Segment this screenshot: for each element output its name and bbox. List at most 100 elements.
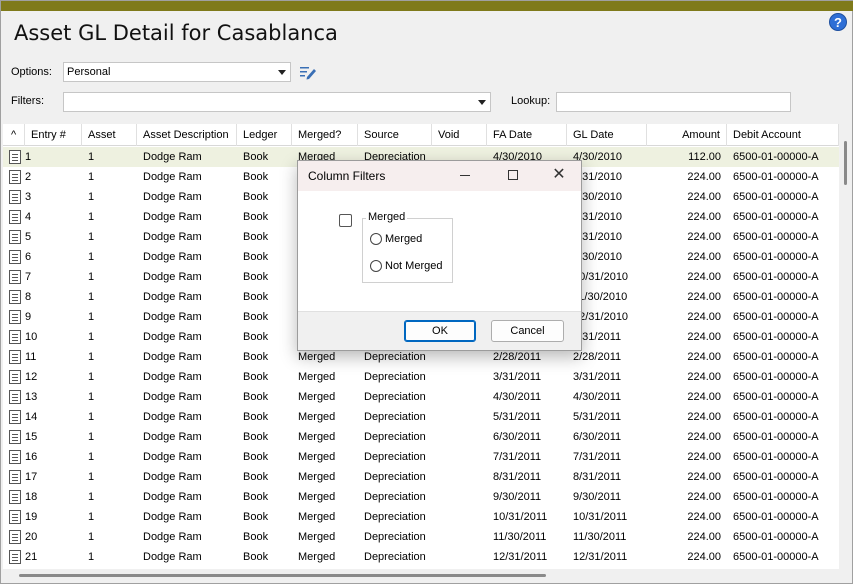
cell-void — [432, 427, 487, 447]
cell-asset: 1 — [88, 451, 95, 463]
cell-asset: 1 — [88, 351, 95, 363]
cell-fa-date: 7/31/2011 — [493, 451, 542, 463]
column-header-void[interactable]: Void — [432, 124, 487, 146]
vertical-scrollbar[interactable] — [844, 141, 847, 185]
column-header-source[interactable]: Source — [358, 124, 432, 146]
document-icon[interactable] — [9, 450, 21, 464]
close-icon[interactable]: ✕ — [551, 166, 567, 184]
column-header-entry[interactable]: Entry # — [25, 124, 82, 146]
document-icon[interactable] — [9, 230, 21, 244]
cell-asset: 1 — [88, 271, 95, 283]
radio-merged[interactable] — [370, 233, 382, 245]
cell-entry: 17 — [25, 471, 38, 483]
document-icon[interactable] — [9, 490, 21, 504]
merged-filter-checkbox[interactable] — [339, 214, 352, 227]
document-icon[interactable] — [9, 330, 21, 344]
cell-amount: 224.00 — [687, 231, 721, 243]
document-icon[interactable] — [9, 550, 21, 564]
cell-source: Depreciation — [364, 511, 426, 523]
cell-void — [432, 487, 487, 507]
cell-amount: 224.00 — [687, 191, 721, 203]
document-icon[interactable] — [9, 310, 21, 324]
document-icon[interactable] — [9, 250, 21, 264]
table-row[interactable]: 20 1 Dodge Ram Book Merged Depreciation 11/30/… — [3, 527, 839, 547]
radio-not-merged[interactable] — [370, 260, 382, 272]
table-row[interactable]: 13 1 Dodge Ram Book Merged Depreciation 4/30/2… — [3, 387, 839, 407]
column-header-merged[interactable]: Merged? — [292, 124, 358, 146]
cell-amount: 224.00 — [687, 451, 721, 463]
table-row[interactable]: 12 1 Dodge Ram Book Merged Depreciation 3/31/2… — [3, 367, 839, 387]
document-icon[interactable] — [9, 210, 21, 224]
document-icon[interactable] — [9, 370, 21, 384]
cell-entry: 13 — [25, 391, 38, 403]
document-icon[interactable] — [9, 150, 21, 164]
cancel-button[interactable]: Cancel — [491, 320, 564, 342]
table-row[interactable]: 16 1 Dodge Ram Book Merged Depreciation 7/31/2… — [3, 447, 839, 467]
document-icon[interactable] — [9, 510, 21, 524]
column-header-asset-description[interactable]: Asset Description — [137, 124, 237, 146]
lookup-input[interactable] — [556, 92, 791, 112]
cell-asset: 1 — [88, 171, 95, 183]
document-icon[interactable] — [9, 430, 21, 444]
cell-ledger: Book — [243, 531, 269, 543]
table-row[interactable]: 15 1 Dodge Ram Book Merged Depreciation 6/30/2… — [3, 427, 839, 447]
table-row[interactable]: 18 1 Dodge Ram Book Merged Depreciation 9/30/2… — [3, 487, 839, 507]
cell-merged: Merged — [298, 511, 336, 523]
document-icon[interactable] — [9, 390, 21, 404]
cell-ledger: Book — [243, 491, 269, 503]
edit-list-icon[interactable] — [299, 64, 317, 80]
document-icon[interactable] — [9, 290, 21, 304]
cell-gl-date: 3/31/2011 — [573, 371, 622, 383]
document-icon[interactable] — [9, 530, 21, 544]
cell-amount: 224.00 — [687, 371, 721, 383]
cell-entry: 1 — [25, 151, 32, 163]
cell-amount: 224.00 — [687, 511, 721, 523]
cell-amount: 224.00 — [687, 171, 721, 183]
document-icon[interactable] — [9, 170, 21, 184]
document-icon[interactable] — [9, 470, 21, 484]
table-row[interactable]: 14 1 Dodge Ram Book Merged Depreciation 5/31/2… — [3, 407, 839, 427]
cell-asset-description: Dodge Ram — [143, 331, 202, 343]
cell-asset: 1 — [88, 411, 95, 423]
column-header-ledger[interactable]: Ledger — [237, 124, 292, 146]
cell-entry: 4 — [25, 211, 32, 223]
grid-header: ^ Entry # Asset Asset Description Ledger… — [3, 124, 839, 146]
cell-void — [432, 507, 487, 527]
dialog-titlebar[interactable]: Column Filters ✕ — [298, 161, 581, 191]
ok-button[interactable]: OK — [404, 320, 476, 342]
column-header-debit-account[interactable]: Debit Account — [727, 124, 839, 146]
document-icon[interactable] — [9, 270, 21, 284]
sort-toggle-icon[interactable]: ^ — [3, 124, 25, 146]
cell-gl-date: 5/31/2011 — [573, 411, 622, 423]
column-header-fa-date[interactable]: FA Date — [487, 124, 567, 146]
cell-debit-account: 6500-01-00000-A — [733, 271, 819, 283]
document-icon[interactable] — [9, 350, 21, 364]
column-header-gl-date[interactable]: GL Date — [567, 124, 647, 146]
chevron-down-icon — [278, 70, 286, 75]
document-icon[interactable] — [9, 190, 21, 204]
table-row[interactable]: 17 1 Dodge Ram Book Merged Depreciation 8/31/2… — [3, 467, 839, 487]
cell-fa-date: 6/30/2011 — [493, 431, 542, 443]
options-dropdown[interactable]: Personal — [63, 62, 291, 82]
help-icon[interactable]: ? — [829, 13, 847, 31]
cell-ledger: Book — [243, 231, 269, 243]
table-row[interactable]: 19 1 Dodge Ram Book Merged Depreciation 10/31/… — [3, 507, 839, 527]
merged-group-label: Merged — [366, 211, 408, 223]
document-icon[interactable] — [9, 410, 21, 424]
merged-groupbox — [362, 218, 453, 283]
column-header-amount[interactable]: Amount — [647, 124, 727, 146]
cell-asset: 1 — [88, 151, 95, 163]
table-row[interactable]: 21 1 Dodge Ram Book Merged Depreciation 12/31/… — [3, 547, 839, 567]
cell-source: Depreciation — [364, 551, 426, 563]
horizontal-scrollbar[interactable] — [19, 574, 546, 577]
cell-debit-account: 6500-01-00000-A — [733, 431, 819, 443]
cell-ledger: Book — [243, 331, 269, 343]
column-filters-dialog: Column Filters ✕ Merged Merged Not Merge… — [297, 160, 582, 351]
cell-gl-date: 10/31/2011 — [573, 511, 628, 523]
lookup-label: Lookup: — [511, 95, 551, 107]
filters-dropdown[interactable] — [63, 92, 491, 112]
column-header-asset[interactable]: Asset — [82, 124, 137, 146]
minimize-icon[interactable] — [460, 175, 470, 176]
cell-amount: 224.00 — [687, 211, 721, 223]
maximize-icon[interactable] — [508, 170, 518, 180]
